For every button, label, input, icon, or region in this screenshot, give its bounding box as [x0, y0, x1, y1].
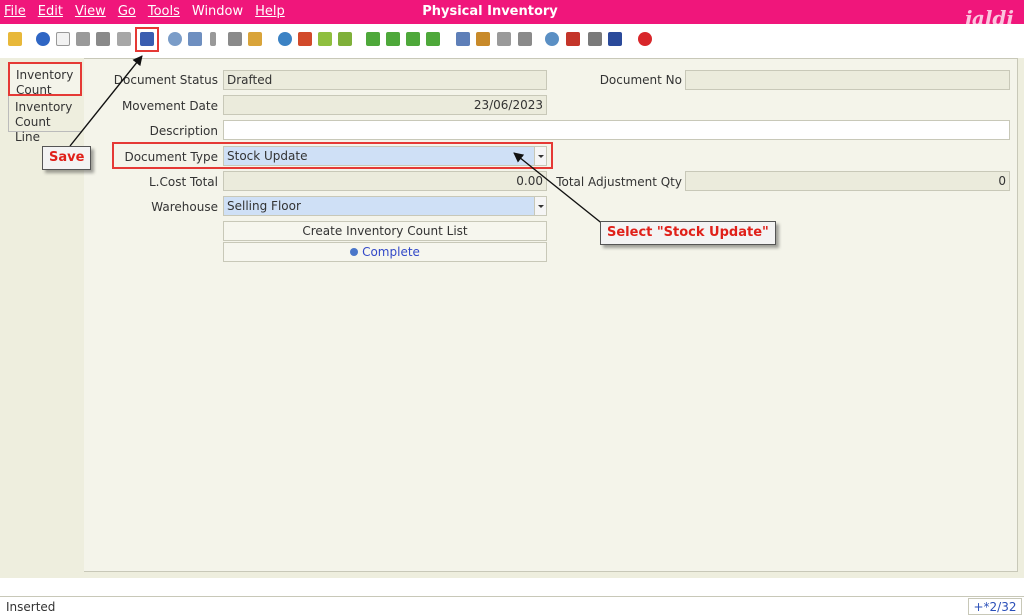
- previous-record-icon[interactable]: [318, 32, 332, 46]
- total-adjustment-qty-label: Total Adjustment Qty: [556, 175, 682, 189]
- main-area: Inventory Count Inventory Count Line Doc…: [0, 58, 1024, 578]
- find-icon[interactable]: [188, 32, 202, 46]
- next-page-icon[interactable]: [406, 32, 420, 46]
- copy-icon[interactable]: [76, 32, 90, 46]
- record-counter[interactable]: +*2/32: [968, 598, 1022, 615]
- save-highlight-box: [135, 27, 159, 52]
- movement-date-label: Movement Date: [121, 99, 218, 113]
- chevron-down-icon[interactable]: [534, 197, 546, 215]
- complete-button-label: Complete: [362, 245, 420, 259]
- last-record-icon[interactable]: [426, 32, 440, 46]
- print-icon[interactable]: [518, 32, 532, 46]
- form-panel: Document Status Drafted Document No Move…: [84, 58, 1018, 572]
- tab-inventory-count-line[interactable]: Inventory Count Line: [8, 96, 82, 144]
- lcost-total-field[interactable]: 0.00: [223, 171, 547, 191]
- window-title: Physical Inventory: [422, 4, 558, 19]
- close-window-icon[interactable]: [638, 32, 652, 46]
- tab-inventory-count[interactable]: Inventory Count: [8, 62, 82, 97]
- lcost-total-label: L.Cost Total: [148, 175, 218, 189]
- description-field[interactable]: [223, 120, 1010, 140]
- previous-page-icon[interactable]: [386, 32, 400, 46]
- complete-icon: [350, 248, 359, 256]
- document-status-field[interactable]: Drafted: [223, 70, 547, 90]
- home-icon[interactable]: [298, 32, 312, 46]
- document-status-label: Document Status: [113, 73, 218, 87]
- help-icon[interactable]: [36, 32, 50, 46]
- zoom-across-icon[interactable]: [545, 32, 559, 46]
- report-icon[interactable]: [456, 32, 470, 46]
- archive-icon[interactable]: [476, 32, 490, 46]
- status-text: Inserted: [6, 600, 56, 614]
- document-type-highlight-box: [112, 142, 553, 169]
- select-stock-update-callout: Select "Stock Update": [600, 221, 776, 245]
- print-preview-icon[interactable]: [497, 32, 511, 46]
- warehouse-label: Warehouse: [151, 200, 218, 214]
- refresh-icon[interactable]: [168, 32, 182, 46]
- history-icon[interactable]: [278, 32, 292, 46]
- status-bar: Inserted +*2/32: [0, 596, 1024, 615]
- total-adjustment-qty-field[interactable]: 0: [685, 171, 1010, 191]
- workflow-icon[interactable]: [566, 32, 580, 46]
- first-record-icon[interactable]: [366, 32, 380, 46]
- create-inventory-count-list-button[interactable]: Create Inventory Count List: [223, 221, 547, 241]
- delete-selection-icon[interactable]: [117, 32, 131, 46]
- delete-icon[interactable]: [96, 32, 110, 46]
- request-icon[interactable]: [608, 32, 622, 46]
- description-label: Description: [149, 124, 218, 138]
- attachment-icon[interactable]: [210, 32, 216, 46]
- document-no-field[interactable]: [685, 70, 1010, 90]
- undo-icon[interactable]: [8, 32, 22, 46]
- warehouse-value: Selling Floor: [227, 199, 301, 213]
- next-record-icon[interactable]: [338, 32, 352, 46]
- title-bar: File Edit View Go Tools Window Help Phys…: [0, 0, 1024, 30]
- grid-toggle-icon[interactable]: [248, 32, 262, 46]
- product-info-icon[interactable]: [588, 32, 602, 46]
- tab-list: Inventory Count Inventory Count Line: [0, 58, 84, 578]
- complete-button[interactable]: Complete: [223, 242, 547, 262]
- warehouse-select[interactable]: Selling Floor: [223, 196, 547, 216]
- new-icon[interactable]: [56, 32, 70, 46]
- movement-date-field[interactable]: 23/06/2023: [223, 95, 547, 115]
- save-callout: Save: [42, 146, 92, 170]
- document-no-label: Document No: [599, 73, 682, 87]
- chat-icon[interactable]: [228, 32, 242, 46]
